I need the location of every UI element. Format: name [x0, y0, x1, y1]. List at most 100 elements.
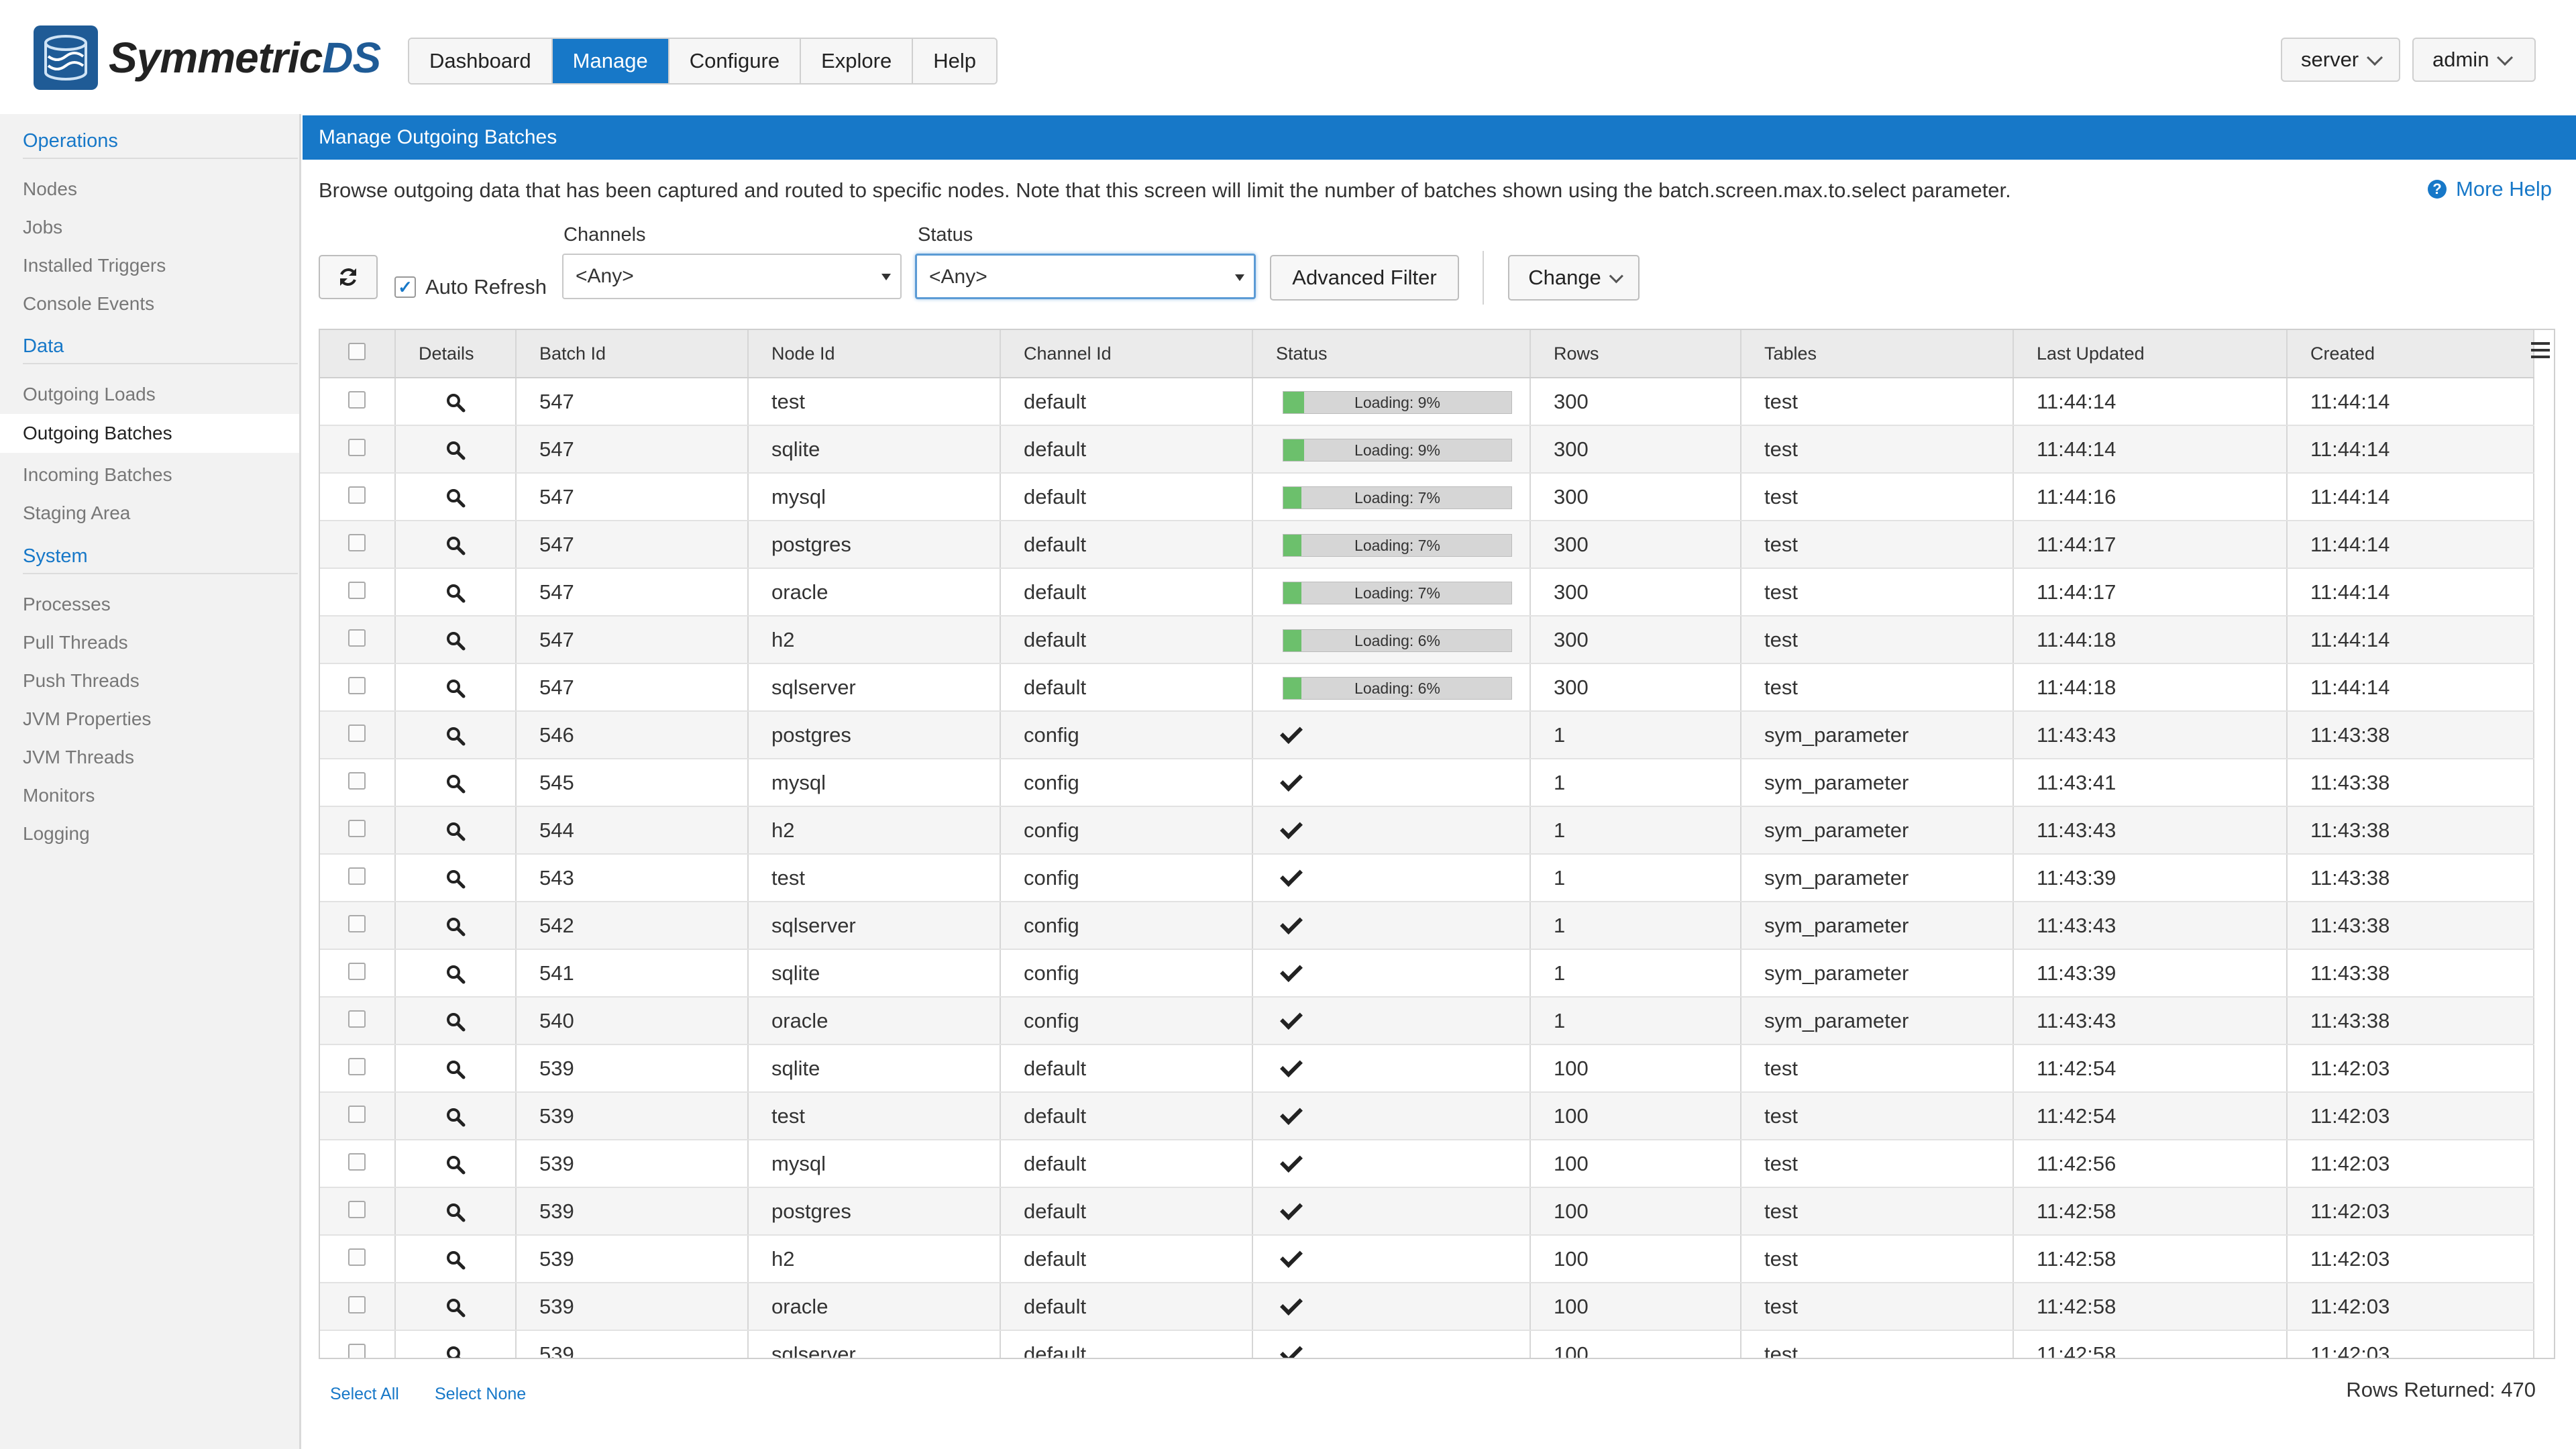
table-row[interactable]: 539 sqlite default 100 test 11:42:54 11:42:03 [320, 1044, 2534, 1093]
row-details-cell[interactable] [395, 997, 517, 1045]
row-select-cell[interactable] [320, 806, 396, 855]
search-icon[interactable] [445, 964, 466, 984]
row-details-cell[interactable] [395, 806, 517, 855]
row-checkbox[interactable] [348, 1248, 366, 1266]
sidebar-item-jobs[interactable]: Jobs [23, 217, 62, 238]
row-details-cell[interactable] [395, 902, 517, 950]
row-checkbox[interactable] [348, 724, 366, 742]
search-icon[interactable] [445, 535, 466, 555]
status-select[interactable]: <Any> [915, 254, 1256, 299]
row-checkbox[interactable] [348, 1010, 366, 1028]
table-row[interactable]: 539 h2 default 100 test 11:42:58 11:42:03 [320, 1235, 2534, 1283]
row-details-cell[interactable] [395, 1092, 517, 1140]
row-select-cell[interactable] [320, 568, 396, 616]
table-row[interactable]: 546 postgres config 1 sym_parameter 11:43:43 1… [320, 711, 2534, 759]
col-node-id-header[interactable]: Node Id [748, 330, 1001, 378]
search-icon[interactable] [445, 1059, 466, 1079]
table-row[interactable]: 547 sqlserver default Loading: 6% 300 test 11:… [320, 663, 2534, 712]
col-created-header[interactable]: Created [2287, 330, 2534, 378]
sidebar-item-monitors[interactable]: Monitors [23, 785, 95, 806]
table-row[interactable]: 539 postgres default 100 test 11:42:58 11:42:0… [320, 1187, 2534, 1236]
sidebar-item-staging-area[interactable]: Staging Area [23, 502, 130, 524]
symmetricds-logo[interactable]: SymmetricDS [32, 24, 381, 91]
header-checkbox[interactable] [348, 342, 366, 360]
row-details-cell[interactable] [395, 1235, 517, 1283]
row-select-cell[interactable] [320, 1044, 396, 1093]
sidebar-item-incoming-batches[interactable]: Incoming Batches [23, 464, 172, 486]
row-checkbox[interactable] [348, 581, 366, 599]
search-icon[interactable] [445, 1107, 466, 1127]
search-icon[interactable] [445, 1250, 466, 1270]
select-all-checkbox-header[interactable] [320, 330, 396, 378]
row-select-cell[interactable] [320, 378, 396, 426]
sidebar-item-jvm-threads[interactable]: JVM Threads [23, 747, 134, 768]
sidebar-item-push-threads[interactable]: Push Threads [23, 670, 140, 692]
search-icon[interactable] [445, 392, 466, 413]
row-details-cell[interactable] [395, 521, 517, 569]
table-row[interactable]: 539 sqlserver default 100 test 11:42:58 11:42:… [320, 1330, 2534, 1359]
row-select-cell[interactable] [320, 1330, 396, 1358]
search-icon[interactable] [445, 440, 466, 460]
search-icon[interactable] [445, 583, 466, 603]
row-checkbox[interactable] [348, 914, 366, 932]
search-icon[interactable] [445, 1012, 466, 1032]
table-row[interactable]: 542 sqlserver config 1 sym_parameter 11:43:43… [320, 902, 2534, 950]
nav-configure[interactable]: Configure [669, 39, 802, 83]
auto-refresh-checkbox[interactable]: ✓ [394, 276, 416, 298]
row-details-cell[interactable] [395, 759, 517, 807]
search-icon[interactable] [445, 678, 466, 698]
search-icon[interactable] [445, 631, 466, 651]
row-select-cell[interactable] [320, 1283, 396, 1331]
table-row[interactable]: 547 sqlite default Loading: 9% 300 test 11:44:… [320, 425, 2534, 474]
sidebar-item-console-events[interactable]: Console Events [23, 293, 154, 315]
row-checkbox[interactable] [348, 629, 366, 647]
select-all-link[interactable]: Select All [330, 1385, 399, 1404]
nav-explore[interactable]: Explore [801, 39, 914, 83]
row-checkbox[interactable] [348, 819, 366, 837]
table-row[interactable]: 539 test default 100 test 11:42:54 11:42:03 [320, 1092, 2534, 1140]
row-checkbox[interactable] [348, 771, 366, 790]
search-icon[interactable] [445, 1297, 466, 1318]
more-help-link[interactable]: ? More Help [2428, 177, 2552, 201]
col-details-header[interactable]: Details [395, 330, 517, 378]
table-row[interactable]: 547 oracle default Loading: 7% 300 test 11:44:… [320, 568, 2534, 616]
nav-dashboard[interactable]: Dashboard [409, 39, 553, 83]
table-row[interactable]: 540 oracle config 1 sym_parameter 11:43:43 11:… [320, 997, 2534, 1045]
row-checkbox[interactable] [348, 962, 366, 980]
row-details-cell[interactable] [395, 568, 517, 616]
row-select-cell[interactable] [320, 616, 396, 664]
sidebar-item-outgoing-loads[interactable]: Outgoing Loads [23, 384, 156, 405]
row-select-cell[interactable] [320, 1235, 396, 1283]
table-row[interactable]: 547 h2 default Loading: 6% 300 test 11:44:18 11… [320, 616, 2534, 664]
col-tables-header[interactable]: Tables [1741, 330, 2014, 378]
table-row[interactable]: 545 mysql config 1 sym_parameter 11:43:41 11:4… [320, 759, 2534, 807]
search-icon[interactable] [445, 1155, 466, 1175]
row-details-cell[interactable] [395, 616, 517, 664]
table-row[interactable]: 547 test default Loading: 9% 300 test 11:44:14… [320, 378, 2534, 426]
row-details-cell[interactable] [395, 711, 517, 759]
sidebar-item-processes[interactable]: Processes [23, 594, 111, 615]
search-icon[interactable] [445, 488, 466, 508]
row-checkbox[interactable] [348, 1295, 366, 1313]
column-menu-icon[interactable] [2531, 342, 2550, 362]
select-none-link[interactable]: Select None [435, 1385, 526, 1404]
row-checkbox[interactable] [348, 1200, 366, 1218]
change-button[interactable]: Change [1508, 255, 1640, 301]
sidebar-item-outgoing-batches[interactable]: Outgoing Batches [0, 414, 301, 453]
search-icon[interactable] [445, 1345, 466, 1359]
nav-manage[interactable]: Manage [552, 39, 669, 83]
row-checkbox[interactable] [348, 867, 366, 885]
table-row[interactable]: 543 test config 1 sym_parameter 11:43:39 11:43… [320, 854, 2534, 902]
row-select-cell[interactable] [320, 425, 396, 474]
row-select-cell[interactable] [320, 711, 396, 759]
row-checkbox[interactable] [348, 1343, 366, 1358]
sidebar-item-nodes[interactable]: Nodes [23, 178, 77, 200]
advanced-filter-button[interactable]: Advanced Filter [1270, 255, 1459, 301]
row-details-cell[interactable] [395, 1330, 517, 1359]
table-row[interactable]: 547 mysql default Loading: 7% 300 test 11:44:1… [320, 473, 2534, 521]
row-select-cell[interactable] [320, 949, 396, 998]
sidebar-item-installed-triggers[interactable]: Installed Triggers [23, 255, 166, 276]
row-details-cell[interactable] [395, 1140, 517, 1188]
row-details-cell[interactable] [395, 949, 517, 998]
row-checkbox[interactable] [348, 1105, 366, 1123]
